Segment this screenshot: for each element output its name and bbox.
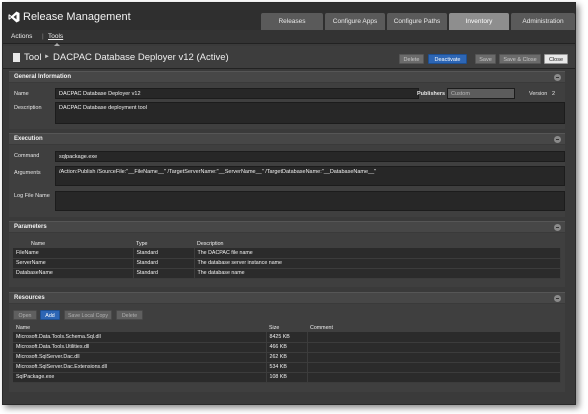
nav-actions[interactable]: Actions — [11, 33, 32, 40]
section-title: Execution — [14, 136, 43, 142]
sub-navigation: Actions | Tools — [3, 30, 575, 44]
table-row[interactable]: Microsoft.Data.Tools.Utilities.dll 466 K… — [13, 342, 561, 353]
tab-releases[interactable]: Releases — [261, 13, 323, 30]
table-header-row: Name Type Description — [13, 239, 561, 248]
arguments-label: Arguments — [14, 170, 41, 176]
section-general-header[interactable]: General Information — [9, 71, 565, 82]
table-row[interactable]: FileName Standard The DACPAC file name — [13, 248, 561, 259]
resource-name-cell: Microsoft.Data.Tools.Utilities.dll — [13, 342, 267, 353]
section-title: General Information — [14, 74, 72, 80]
param-description-cell: The DACPAC file name — [194, 248, 561, 259]
column-header-type[interactable]: Type — [133, 239, 194, 248]
tab-configure-apps[interactable]: Configure Apps — [325, 13, 385, 30]
table-row[interactable]: SqlPackage.exe 108 KB — [13, 372, 561, 383]
page-title: DACPAC Database Deployer v12 (Active) — [53, 52, 229, 63]
param-description-cell: The database name — [194, 268, 561, 279]
close-button[interactable]: Close — [544, 54, 568, 64]
table-row[interactable]: ServerName Standard The database server … — [13, 258, 561, 269]
column-header-size[interactable]: Size — [266, 323, 307, 332]
resource-size-cell: 466 KB — [266, 342, 308, 353]
parameters-table: Name Type Description FileName Standard … — [13, 239, 561, 279]
resource-name-cell: Microsoft.SqlServer.Dac.Extensions.dll — [13, 362, 267, 373]
general-section: Name DACPAC Database Deployer v12 Publis… — [9, 83, 565, 129]
command-label: Command — [14, 153, 40, 159]
main-tabs: Releases Configure Apps Configure Paths … — [259, 13, 575, 30]
param-name-cell: DatabaseName — [13, 268, 134, 279]
resource-comment-cell — [307, 332, 561, 343]
delete-button[interactable]: Delete — [399, 54, 424, 64]
resource-comment-cell — [307, 362, 561, 373]
section-resources-header[interactable]: Resources — [9, 292, 565, 303]
app-window: Release Management Releases Configure Ap… — [2, 2, 576, 405]
log-file-field[interactable] — [55, 191, 565, 211]
description-label: Description — [14, 105, 42, 111]
resource-name-cell: SqlPackage.exe — [13, 372, 267, 383]
table-header-row: Name Size Comment — [13, 323, 561, 332]
add-button[interactable]: Add — [40, 310, 60, 320]
publishers-field[interactable]: Custom — [447, 88, 515, 99]
nav-tools[interactable]: Tools — [48, 33, 63, 40]
page-header: Tool ► DACPAC Database Deployer v12 (Act… — [3, 46, 575, 69]
command-field[interactable]: sqlpackage.exe — [55, 151, 565, 162]
save-button[interactable]: Save — [475, 54, 496, 64]
resource-size-cell: 108 KB — [266, 372, 308, 383]
resource-comment-cell — [307, 352, 561, 363]
visual-studio-logo-icon — [8, 11, 20, 23]
table-row[interactable]: Microsoft.SqlServer.Dac.dll 262 KB — [13, 352, 561, 363]
param-type-cell: Standard — [133, 248, 195, 259]
version-label: Version — [529, 91, 548, 97]
column-header-description[interactable]: Description — [194, 239, 561, 248]
param-description-cell: The database server instance name — [194, 258, 561, 269]
column-header-comment[interactable]: Comment — [307, 323, 561, 332]
save-local-copy-button[interactable]: Save Local Copy — [64, 310, 112, 320]
resource-name-cell: Microsoft.SqlServer.Dac.dll — [13, 352, 267, 363]
table-row[interactable]: DatabaseName Standard The database name — [13, 268, 561, 279]
tab-administration[interactable]: Administration — [511, 13, 575, 30]
param-name-cell: ServerName — [13, 258, 134, 269]
document-icon — [13, 53, 20, 62]
deactivate-button[interactable]: Deactivate — [428, 54, 467, 64]
section-execution-header[interactable]: Execution — [9, 133, 565, 144]
table-row[interactable]: Microsoft.SqlServer.Dac.Extensions.dll 5… — [13, 362, 561, 373]
resource-comment-cell — [307, 342, 561, 353]
collapse-icon[interactable] — [554, 136, 561, 143]
description-field[interactable]: DACPAC Database deployment tool — [55, 102, 565, 124]
resource-size-cell: 534 KB — [266, 362, 308, 373]
resource-size-cell: 8425 KB — [266, 332, 308, 343]
section-parameters-header[interactable]: Parameters — [9, 221, 565, 232]
param-type-cell: Standard — [133, 258, 195, 269]
param-type-cell: Standard — [133, 268, 195, 279]
nav-separator: | — [42, 33, 44, 40]
publishers-label: Publishers — [417, 91, 446, 97]
name-field[interactable]: DACPAC Database Deployer v12 — [55, 88, 419, 99]
open-button[interactable]: Open — [13, 310, 37, 320]
app-title: Release Management — [23, 11, 131, 23]
column-header-name[interactable]: Name — [13, 239, 133, 248]
section-title: Parameters — [14, 224, 47, 230]
version-value: 2 — [552, 91, 556, 97]
resource-name-cell: Microsoft.Data.Tools.Schema.Sql.dll — [13, 332, 267, 343]
breadcrumb-root[interactable]: Tool — [24, 52, 41, 63]
collapse-icon[interactable] — [554, 74, 561, 81]
arguments-field[interactable]: /Action:Publish /SourceFile:"__FileName_… — [55, 166, 565, 186]
name-label: Name — [14, 91, 29, 97]
resource-size-cell: 262 KB — [266, 352, 308, 363]
collapse-icon[interactable] — [554, 224, 561, 231]
collapse-icon[interactable] — [554, 295, 561, 302]
execution-section: Command sqlpackage.exe Arguments /Action… — [9, 145, 565, 217]
resource-comment-cell — [307, 372, 561, 383]
section-title: Resources — [14, 295, 45, 301]
column-header-name[interactable]: Name — [13, 323, 266, 332]
breadcrumb-arrow-icon: ► — [44, 54, 50, 60]
title-bar: Release Management Releases Configure Ap… — [3, 3, 575, 30]
log-file-label: Log File Name — [14, 193, 50, 199]
resources-table: Name Size Comment Microsoft.Data.Tools.S… — [13, 323, 561, 383]
resource-delete-button[interactable]: Delete — [116, 310, 143, 320]
param-name-cell: FileName — [13, 248, 134, 259]
tab-inventory[interactable]: Inventory — [449, 13, 509, 30]
table-row[interactable]: Microsoft.Data.Tools.Schema.Sql.dll 8425… — [13, 332, 561, 343]
save-close-button[interactable]: Save & Close — [499, 54, 541, 64]
tab-configure-paths[interactable]: Configure Paths — [387, 13, 447, 30]
